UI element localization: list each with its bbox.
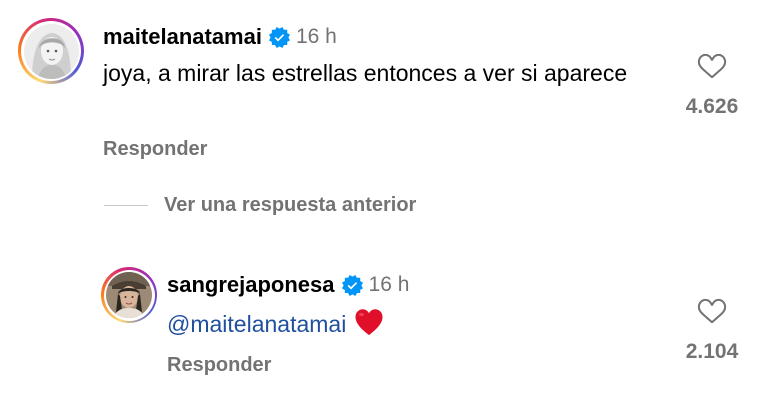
divider (104, 205, 148, 206)
verified-badge-icon (268, 26, 290, 48)
avatar-ring[interactable] (101, 267, 157, 323)
like-count: 4.626 (685, 95, 739, 118)
reply-button[interactable]: Responder (103, 138, 207, 161)
like-block: 4.626 (667, 51, 757, 119)
reply-button[interactable]: Responder (167, 354, 271, 377)
username[interactable]: sangrejaponesa (167, 272, 335, 298)
view-previous-reply-button[interactable]: Ver una respuesta anterior (104, 194, 416, 217)
mention-link[interactable]: @maitelanatamai (167, 311, 346, 337)
heart-icon[interactable] (696, 296, 728, 326)
view-replies-label: Ver una respuesta anterior (164, 194, 417, 216)
avatar (23, 23, 79, 79)
comment-1: maitelanatamai 16 h joya, a mirar las es… (0, 0, 767, 180)
avatar (106, 272, 152, 318)
avatar-ring[interactable] (18, 18, 84, 84)
comment-text: joya, a mirar las estrellas entonces a v… (103, 60, 628, 86)
heart-icon[interactable] (696, 51, 728, 81)
like-count: 2.104 (685, 340, 739, 363)
like-block: 2.104 (667, 296, 757, 364)
username[interactable]: maitelanatamai (103, 24, 262, 50)
comment-text: @maitelanatamai (167, 308, 384, 340)
red-heart-emoji-icon (355, 309, 383, 336)
comment-time: 16 h (368, 273, 410, 296)
comment-2: sangrejaponesa 16 h @maitelanatamai Resp… (0, 250, 767, 404)
comment-time: 16 h (295, 25, 337, 48)
verified-badge-icon (341, 274, 363, 296)
